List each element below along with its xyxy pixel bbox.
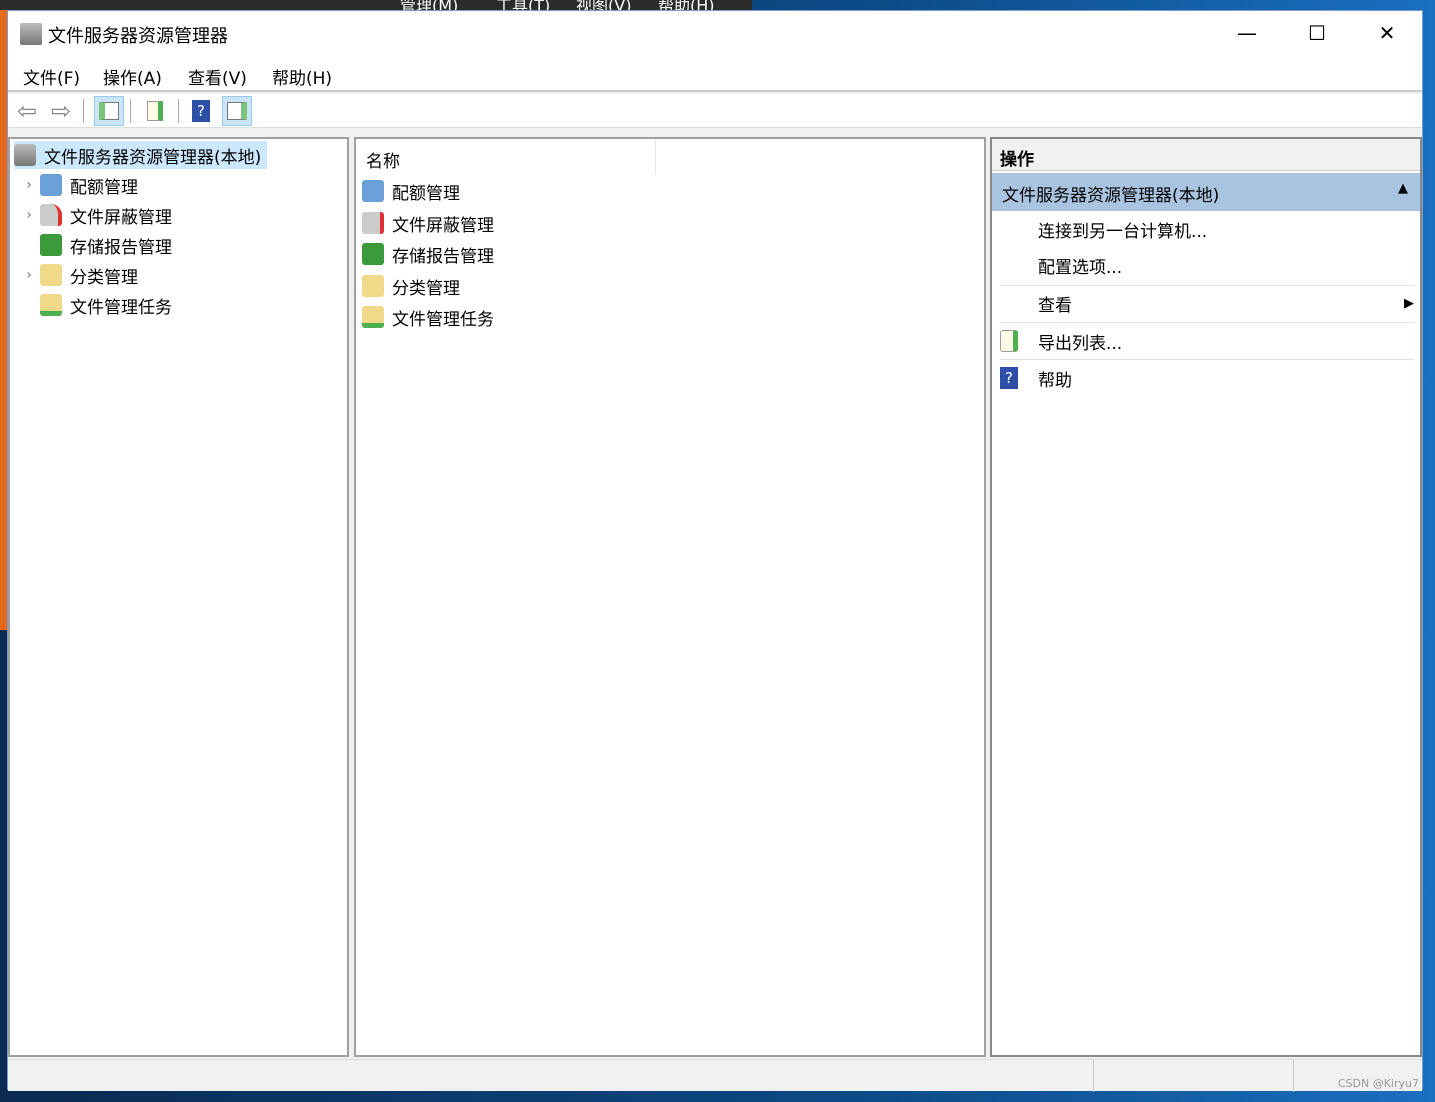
watermark: CSDN @Kiryu7 bbox=[1337, 1077, 1419, 1090]
bg-menu-item: 工具(T) bbox=[496, 0, 551, 10]
list-item-label: 文件屏蔽管理 bbox=[392, 215, 494, 236]
action-view[interactable]: 查看 ▶ bbox=[1000, 285, 1414, 321]
fsrm-window: 文件服务器资源管理器 — ☐ ✕ 文件(F) 操作(A) 查看(V) 帮助(H)… bbox=[7, 10, 1423, 1092]
toolbar: ⇦ ⇨ ? bbox=[8, 94, 1422, 128]
chevron-right-icon[interactable]: › bbox=[18, 267, 40, 283]
file-screen-icon bbox=[40, 204, 62, 226]
help-icon[interactable]: ? bbox=[186, 96, 216, 126]
maximize-button[interactable]: ☐ bbox=[1282, 11, 1352, 56]
tree-item-classification[interactable]: › 分类管理 bbox=[18, 261, 138, 289]
file-screen-icon bbox=[362, 212, 384, 234]
tree-root-label: 文件服务器资源管理器(本地) bbox=[44, 147, 262, 168]
title-bar: 文件服务器资源管理器 — ☐ ✕ bbox=[8, 11, 1422, 56]
forward-arrow-icon[interactable]: ⇨ bbox=[46, 96, 76, 126]
tree-root[interactable]: 文件服务器资源管理器(本地) bbox=[14, 141, 268, 169]
tree-item-label: 分类管理 bbox=[70, 267, 138, 288]
tree-item-label: 文件屏蔽管理 bbox=[70, 207, 172, 228]
action-label: 导出列表... bbox=[1038, 333, 1123, 354]
minimize-button[interactable]: — bbox=[1212, 11, 1282, 56]
console-tree: 文件服务器资源管理器(本地) › 配额管理 › 文件屏蔽管理 存储报告管理 › 分类管… bbox=[8, 137, 349, 1057]
export-list-icon[interactable] bbox=[140, 96, 170, 126]
list-item[interactable]: 文件屏蔽管理 bbox=[362, 209, 494, 237]
action-label: 查看 bbox=[1038, 295, 1072, 316]
menu-help[interactable]: 帮助(H) bbox=[272, 64, 332, 89]
chevron-right-icon[interactable]: › bbox=[18, 207, 40, 223]
window-title: 文件服务器资源管理器 bbox=[48, 26, 228, 47]
list-item-label: 文件管理任务 bbox=[392, 309, 494, 330]
tree-item-label: 配额管理 bbox=[70, 177, 138, 198]
help-icon: ? bbox=[1000, 367, 1018, 389]
column-header-name[interactable]: 名称 bbox=[356, 139, 656, 175]
bg-menu-item: 帮助(H) bbox=[658, 0, 715, 10]
chevron-right-icon[interactable]: › bbox=[18, 177, 40, 193]
quota-icon bbox=[40, 174, 62, 196]
list-item-label: 配额管理 bbox=[392, 183, 460, 204]
classification-folder-icon bbox=[40, 264, 62, 286]
list-item[interactable]: 分类管理 bbox=[362, 272, 460, 300]
bg-menu-item: 管理(M) bbox=[400, 0, 459, 10]
tree-item-label: 文件管理任务 bbox=[70, 297, 172, 318]
classification-folder-icon bbox=[362, 275, 384, 297]
tree-item-file-tasks[interactable]: 文件管理任务 bbox=[18, 291, 172, 319]
actions-pane: 操作 文件服务器资源管理器(本地) ▲ 连接到另一台计算机... 配置选项... … bbox=[990, 137, 1422, 1057]
list-item[interactable]: 文件管理任务 bbox=[362, 303, 494, 331]
menu-file[interactable]: 文件(F) bbox=[23, 64, 80, 89]
action-label: 连接到另一台计算机... bbox=[1038, 221, 1208, 242]
action-connect-other-computer[interactable]: 连接到另一台计算机... bbox=[1000, 211, 1414, 247]
menu-view[interactable]: 查看(V) bbox=[188, 64, 247, 89]
collapse-up-icon[interactable]: ▲ bbox=[1398, 181, 1408, 196]
back-arrow-icon[interactable]: ⇦ bbox=[12, 96, 42, 126]
tree-item-file-screen[interactable]: › 文件屏蔽管理 bbox=[18, 201, 172, 229]
tree-item-quota[interactable]: › 配额管理 bbox=[18, 171, 138, 199]
action-help[interactable]: ? 帮助 bbox=[1000, 360, 1414, 396]
file-task-folder-icon bbox=[362, 306, 384, 328]
action-configure-options[interactable]: 配置选项... bbox=[1000, 247, 1414, 283]
file-task-folder-icon bbox=[40, 294, 62, 316]
background-app-menubar: 管理(M) 工具(T) 视图(V) 帮助(H) bbox=[0, 0, 752, 10]
close-button[interactable]: ✕ bbox=[1352, 11, 1422, 56]
list-item[interactable]: 存储报告管理 bbox=[362, 240, 494, 268]
actions-section-label: 文件服务器资源管理器(本地) bbox=[1002, 186, 1220, 206]
server-icon bbox=[14, 144, 36, 166]
menu-bar: 文件(F) 操作(A) 查看(V) 帮助(H) bbox=[8, 56, 1422, 92]
menu-action[interactable]: 操作(A) bbox=[103, 64, 162, 89]
tree-item-storage-reports[interactable]: 存储报告管理 bbox=[18, 231, 172, 259]
actions-header: 操作 bbox=[992, 139, 1420, 171]
bg-menu-item: 视图(V) bbox=[576, 0, 632, 10]
export-list-icon bbox=[1000, 330, 1018, 352]
show-hide-action-pane-icon[interactable] bbox=[222, 96, 252, 126]
list-item-label: 分类管理 bbox=[392, 278, 460, 299]
server-app-icon bbox=[20, 23, 42, 45]
submenu-arrow-icon: ▶ bbox=[1404, 295, 1414, 311]
tree-item-label: 存储报告管理 bbox=[70, 237, 172, 258]
results-pane: 名称 配额管理 文件屏蔽管理 存储报告管理 分类管理 文件管理任务 bbox=[354, 137, 986, 1057]
action-label: 帮助 bbox=[1038, 370, 1072, 391]
actions-section-header[interactable]: 文件服务器资源管理器(本地) ▲ bbox=[992, 173, 1420, 211]
status-bar bbox=[8, 1059, 1422, 1092]
background-window-edge bbox=[0, 10, 7, 630]
quota-icon bbox=[362, 180, 384, 202]
action-label: 配置选项... bbox=[1038, 257, 1123, 278]
storage-report-icon bbox=[40, 234, 62, 256]
show-hide-console-tree-icon[interactable] bbox=[94, 96, 124, 126]
action-export-list[interactable]: 导出列表... bbox=[1000, 323, 1414, 359]
storage-report-icon bbox=[362, 243, 384, 265]
list-item-label: 存储报告管理 bbox=[392, 246, 494, 267]
list-item[interactable]: 配额管理 bbox=[362, 177, 460, 205]
